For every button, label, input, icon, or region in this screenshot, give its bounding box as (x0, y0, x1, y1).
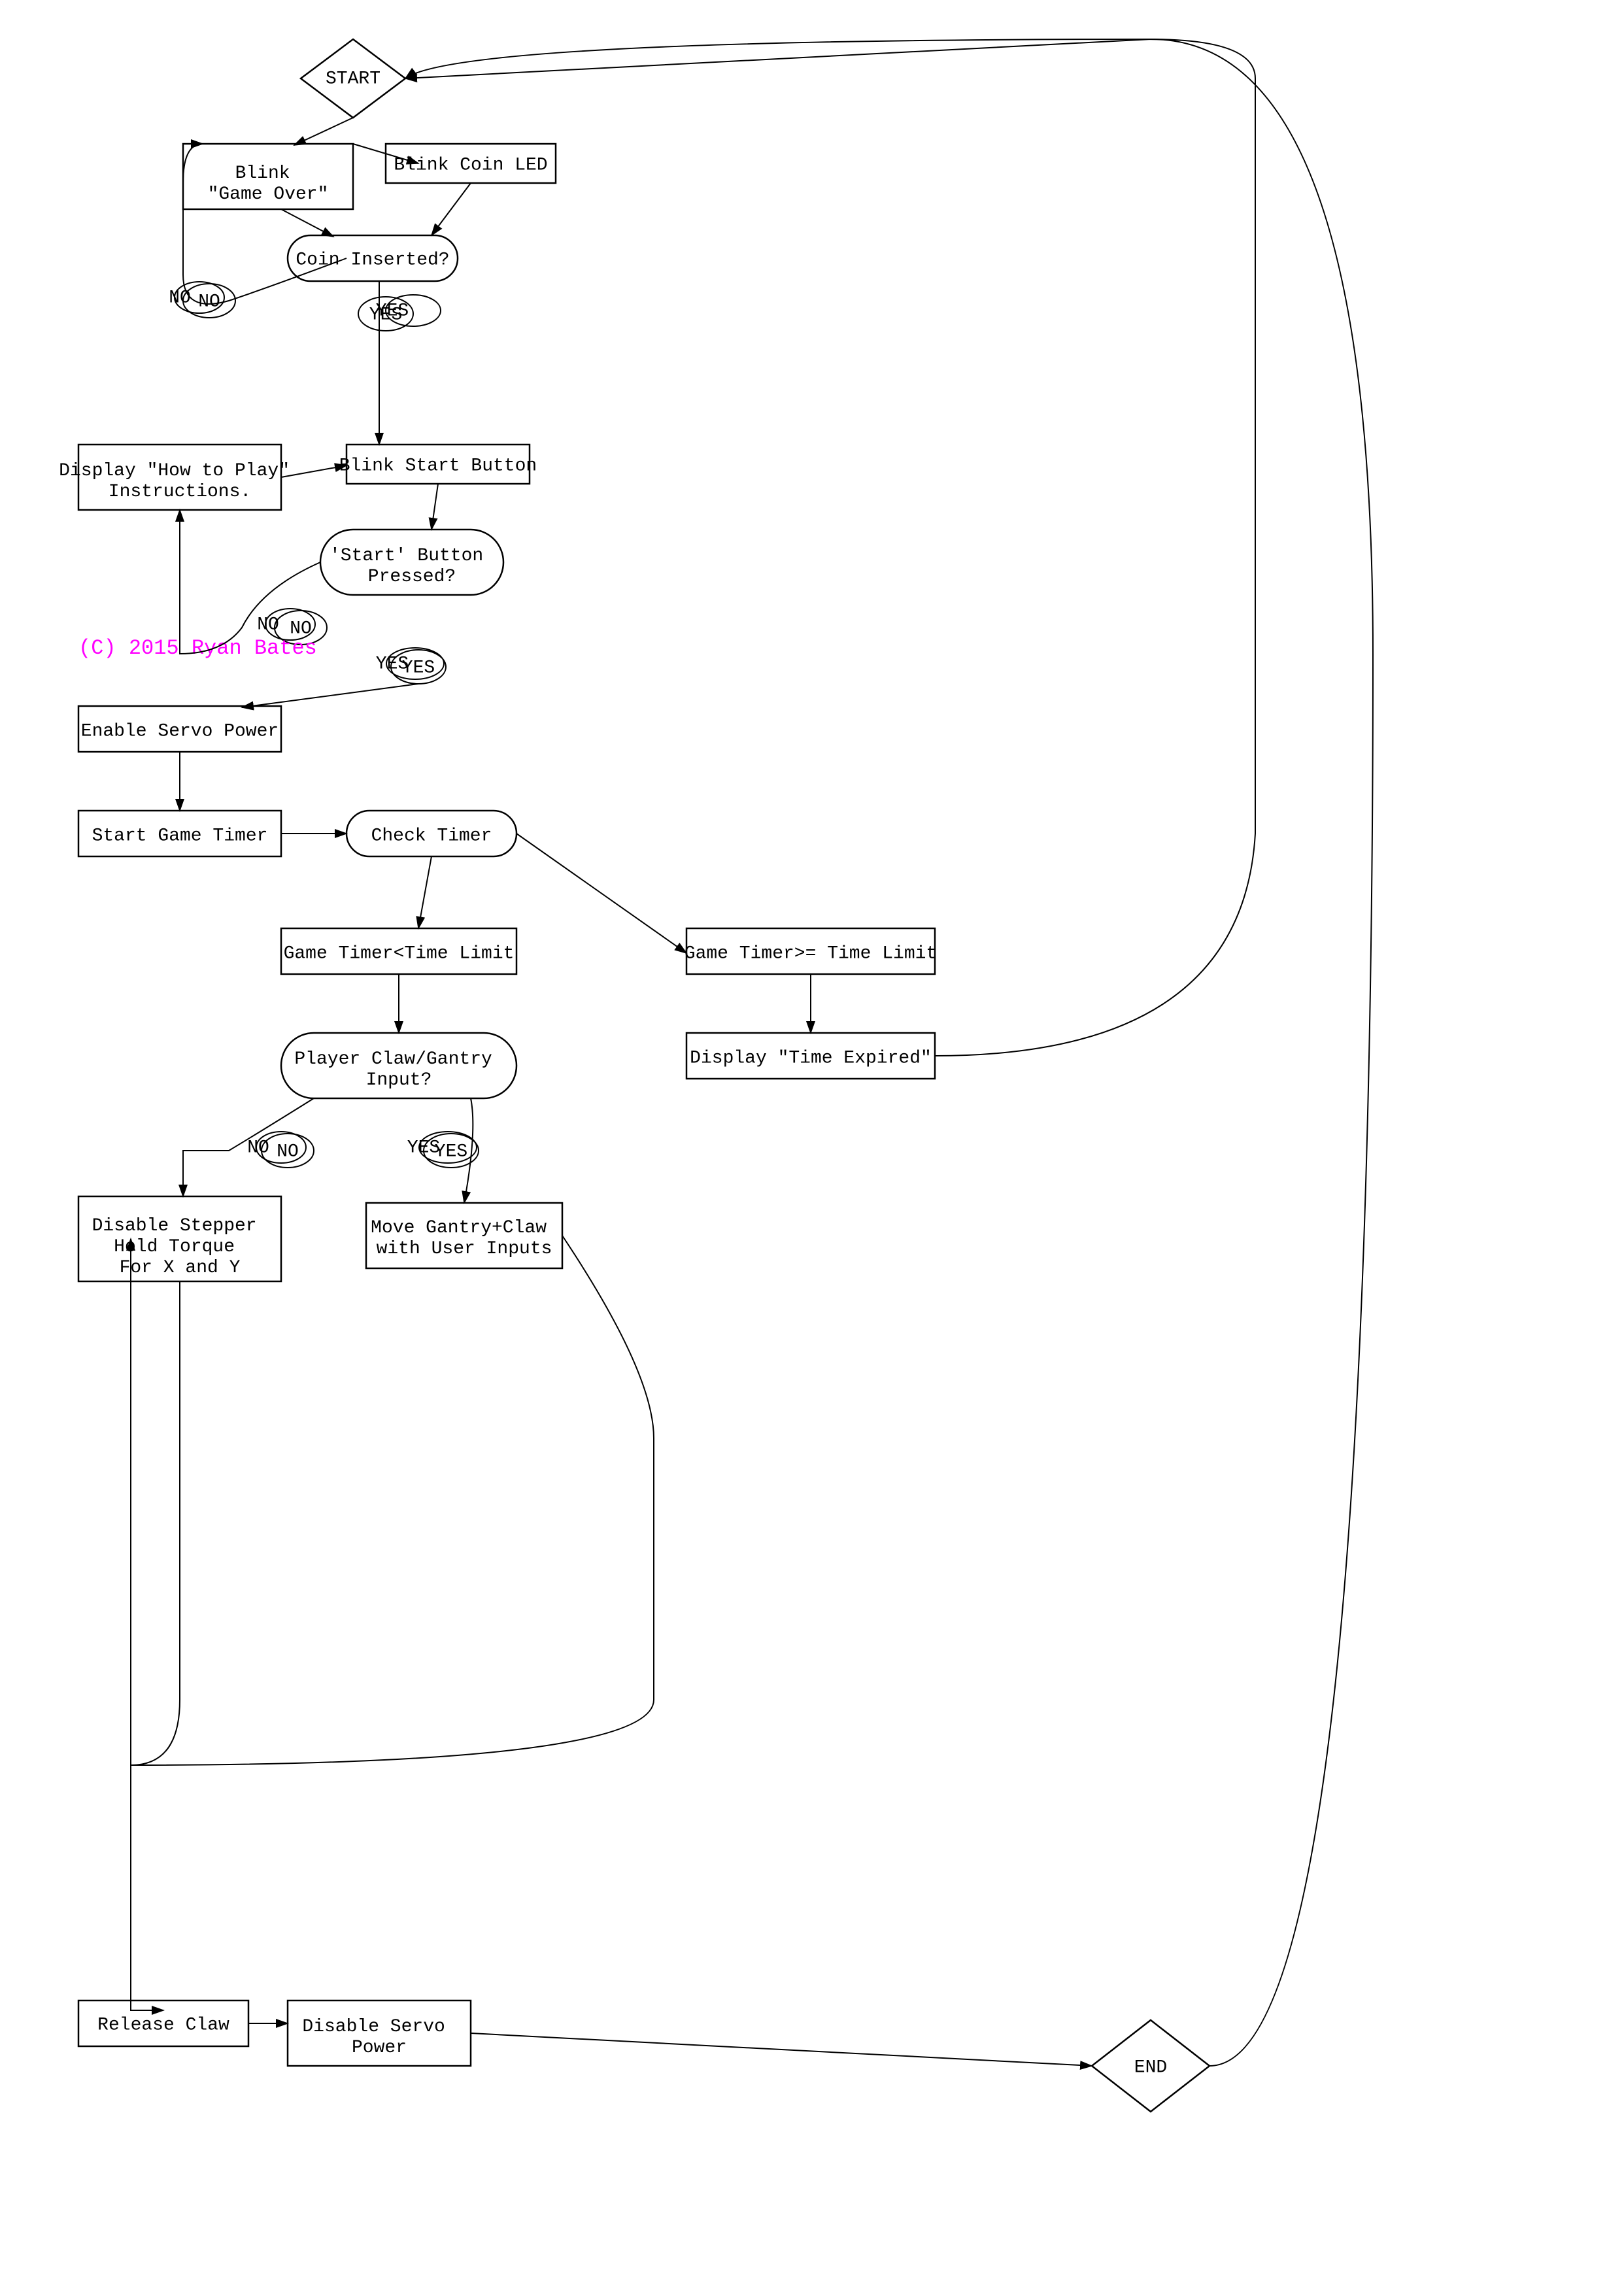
arrow-coin-led-to-inserted (431, 183, 471, 235)
yes-input-text: YES (407, 1138, 440, 1158)
coin-inserted-label: Coin Inserted? (296, 250, 449, 270)
blink-coin-led-label: Blink Coin LED (394, 155, 547, 175)
arrow-expired-to-start (405, 39, 1255, 1056)
start-timer-label: Start Game Timer (92, 826, 268, 846)
timer-greater-label: Game Timer>= Time Limit (685, 943, 937, 964)
arrow-stepper-down (131, 1281, 180, 2010)
time-expired-label: Display "Time Expired" (690, 1048, 932, 1068)
arrow-gameover-to-inserted (281, 209, 333, 237)
blink-start-label: Blink Start Button (339, 456, 537, 476)
copyright-text: (C) 2015 Ryan Bates (78, 636, 317, 660)
no-coin-text: NO (169, 288, 191, 308)
start-label: START (326, 69, 381, 89)
arrow-disable-to-end (471, 2033, 1092, 2066)
yes-coin-text: YES (376, 301, 409, 321)
yes-start-text: YES (376, 654, 409, 674)
arrow-check-to-greater (516, 834, 686, 953)
no-input-label: NO (277, 1141, 299, 1162)
enable-servo-label: Enable Servo Power (81, 721, 279, 741)
flowchart-svg: START Blink "Game Over" Blink Coin LED C… (0, 0, 1624, 2279)
arrow-loop-back-check (131, 1236, 654, 1765)
release-claw-label: Release Claw (97, 2015, 229, 2035)
check-timer-label: Check Timer (371, 826, 492, 846)
timer-less-label: Game Timer<Time Limit (284, 943, 515, 964)
arrow-blink-to-pressed (431, 484, 438, 530)
arrow-yes-start-servo (242, 684, 418, 707)
arrow-start-blink (294, 118, 353, 145)
end-label: END (1134, 2057, 1167, 2078)
arrow-check-to-less (418, 856, 431, 928)
move-gantry-label: Move Gantry+Claw with User Inputs (371, 1218, 558, 1259)
